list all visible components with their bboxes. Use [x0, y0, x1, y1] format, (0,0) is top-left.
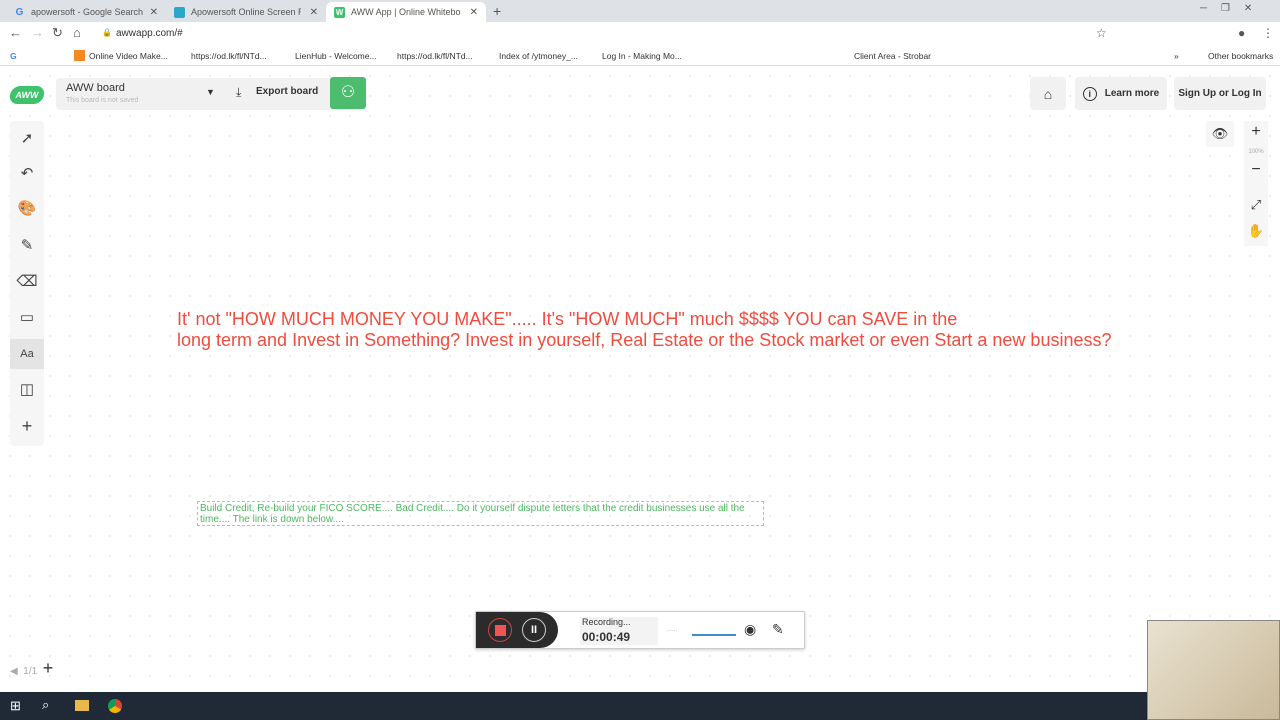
add-user-icon: ⚇ — [340, 84, 356, 101]
page-number: 1/1 — [23, 666, 38, 677]
canvas-text-line: long term and Invest in Something? Inves… — [177, 330, 1112, 350]
url-input[interactable]: awwapp.com/# — [100, 25, 1110, 43]
eraser-icon[interactable]: ⌫ — [10, 267, 44, 297]
bookmark-f-icon — [74, 50, 85, 61]
tab-aww-app[interactable]: W AWW App | Online Whiteboard ✕ — [326, 2, 486, 22]
page-navigator: ◀ 1/1 + — [10, 658, 53, 679]
bookmark[interactable]: Index of /ytmoney_... — [499, 51, 578, 61]
recording-timer: 00:00:49 — [582, 630, 631, 644]
webcam-overlay — [1147, 620, 1280, 720]
add-icon[interactable]: + — [10, 411, 44, 441]
profile-icon[interactable]: ● — [1238, 26, 1245, 40]
window-controls[interactable]: ─ ❐ ✕ — [1200, 3, 1252, 14]
tab-title: Apowersoft Online Screen Recor — [191, 7, 301, 17]
menu-icon[interactable]: ⋮ — [1262, 26, 1274, 40]
prev-page-icon[interactable]: ◀ — [10, 666, 18, 677]
hand-pan-icon[interactable]: ✋ — [1244, 223, 1268, 239]
close-tab-icon[interactable]: ✕ — [150, 7, 158, 18]
audio-level: ...... — [666, 626, 678, 633]
board-name: AWW board — [66, 82, 125, 94]
recording-status: Recording... 00:00:49 — [580, 617, 658, 645]
home-icon[interactable]: ⌂ — [73, 25, 81, 40]
home-button[interactable]: ⌂ — [1030, 77, 1066, 110]
undo-icon[interactable]: ↶ — [10, 159, 44, 189]
chevron-down-icon[interactable]: ▼ — [206, 87, 215, 97]
add-page-button[interactable]: + — [43, 658, 54, 678]
bookmark[interactable]: LienHub - Welcome... — [295, 51, 377, 61]
back-icon[interactable]: ← — [9, 25, 22, 40]
new-tab-button[interactable]: + — [493, 3, 501, 19]
fullscreen-icon[interactable]: ⤢ — [1244, 197, 1268, 213]
google-bookmark-icon[interactable]: G — [10, 51, 17, 61]
zoom-out-button[interactable]: − — [1244, 161, 1268, 179]
google-icon: G — [15, 6, 24, 18]
tab-title: apowersoft - Google Search — [31, 7, 144, 17]
tool-sidebar: ➚ ↶ 🎨 ✎ ⌫ ▭ Aa ◫ + — [10, 121, 44, 446]
close-tab-icon[interactable]: ✕ — [310, 7, 318, 18]
canvas-text[interactable]: It' not "HOW MUCH MONEY YOU MAKE"..... I… — [177, 309, 1111, 351]
select-tool-icon[interactable]: ➚ — [10, 124, 44, 154]
pencil-annotate-icon[interactable]: ✎ — [772, 621, 784, 638]
recording-label: Recording... — [582, 617, 631, 627]
export-board-button[interactable]: Export board — [256, 86, 318, 97]
canvas-text-line: It' not "HOW MUCH MONEY YOU MAKE"..... I… — [177, 309, 958, 329]
aww-logo[interactable]: AWW — [8, 86, 46, 104]
learn-more-label: Learn more — [1104, 88, 1160, 99]
stop-icon — [495, 625, 506, 636]
eye-icon[interactable]: 👁 — [1206, 121, 1234, 147]
other-bookmarks[interactable]: Other bookmarks — [1208, 51, 1273, 61]
search-icon[interactable]: ⌕ — [42, 697, 49, 713]
rectangle-icon[interactable]: ▭ — [10, 303, 44, 333]
text-tool[interactable]: Aa — [10, 339, 44, 369]
more-bookmarks-button[interactable]: » — [1174, 51, 1179, 61]
recorder-controls: II — [476, 612, 558, 648]
apowersoft-icon — [174, 6, 185, 18]
windows-start-icon[interactable]: ⊞ — [10, 698, 21, 714]
volume-slider[interactable] — [692, 634, 736, 636]
screen-recorder-bar: II Recording... 00:00:49 ...... ◉ ✎ — [475, 611, 805, 649]
zoom-controls: + 100% − ⤢ ✋ — [1244, 121, 1268, 246]
zoom-in-button[interactable]: + — [1244, 123, 1268, 141]
browser-tab-bar: Gapowersoft - Google Search ✕ Apowersoft … — [0, 0, 1280, 22]
color-palette-icon[interactable]: 🎨 — [10, 194, 44, 224]
info-icon: i — [1082, 86, 1097, 101]
learn-more-button[interactable]: i Learn more — [1075, 77, 1167, 110]
board-menu[interactable]: AWW board This board is not saved ▼ ⤓ Ex… — [56, 78, 364, 110]
signup-login-button[interactable]: Sign Up or Log In — [1174, 77, 1266, 110]
bookmark[interactable]: https://od.lk/fl/NTd... — [191, 51, 267, 61]
tab-apowersoft[interactable]: Apowersoft Online Screen Recor ✕ — [166, 2, 326, 22]
webcam-icon[interactable]: ◉ — [744, 621, 756, 638]
aww-icon: W — [334, 6, 345, 18]
pencil-icon[interactable]: ✎ — [10, 231, 44, 261]
bookmark-star-icon[interactable]: ☆ — [1096, 26, 1107, 40]
sticky-note-icon[interactable]: ◫ — [10, 375, 44, 405]
whiteboard-app[interactable]: AWW AWW board This board is not saved ▼ … — [0, 66, 1280, 692]
bookmark[interactable]: Online Video Make... — [89, 51, 168, 61]
pause-button[interactable]: II — [522, 618, 546, 642]
close-tab-icon[interactable]: ✕ — [470, 7, 478, 18]
bookmark[interactable]: Log In - Making Mo... — [602, 51, 682, 61]
home-icon: ⌂ — [1043, 85, 1053, 102]
tab-google-search[interactable]: Gapowersoft - Google Search ✕ — [6, 2, 166, 22]
board-status: This board is not saved — [66, 97, 139, 104]
reload-icon[interactable]: ↻ — [52, 25, 63, 41]
download-icon: ⤓ — [236, 85, 242, 99]
bookmark[interactable]: Client Area - Strobar — [854, 51, 931, 61]
selected-text-box[interactable]: Build Credit, Re-build your FICO SCORE..… — [197, 501, 764, 526]
invite-user-button[interactable]: ⚇ — [330, 77, 366, 109]
address-bar-row: ← → ↻ ⌂ 🔒 awwapp.com/# ☆ ● ⋮ — [0, 22, 1280, 46]
windows-taskbar: ⊞ ⌕ — [0, 692, 1280, 720]
forward-icon[interactable]: → — [31, 25, 44, 40]
chrome-icon[interactable] — [108, 699, 122, 713]
bookmark[interactable]: https://od.lk/fl/NTd... — [397, 51, 473, 61]
stop-record-button[interactable] — [488, 618, 512, 642]
bookmarks-bar: G Online Video Make... https://od.lk/fl/… — [0, 46, 1280, 66]
file-explorer-icon[interactable] — [75, 700, 89, 711]
tab-title: AWW App | Online Whiteboard — [351, 7, 461, 17]
zoom-level: 100% — [1248, 149, 1264, 155]
